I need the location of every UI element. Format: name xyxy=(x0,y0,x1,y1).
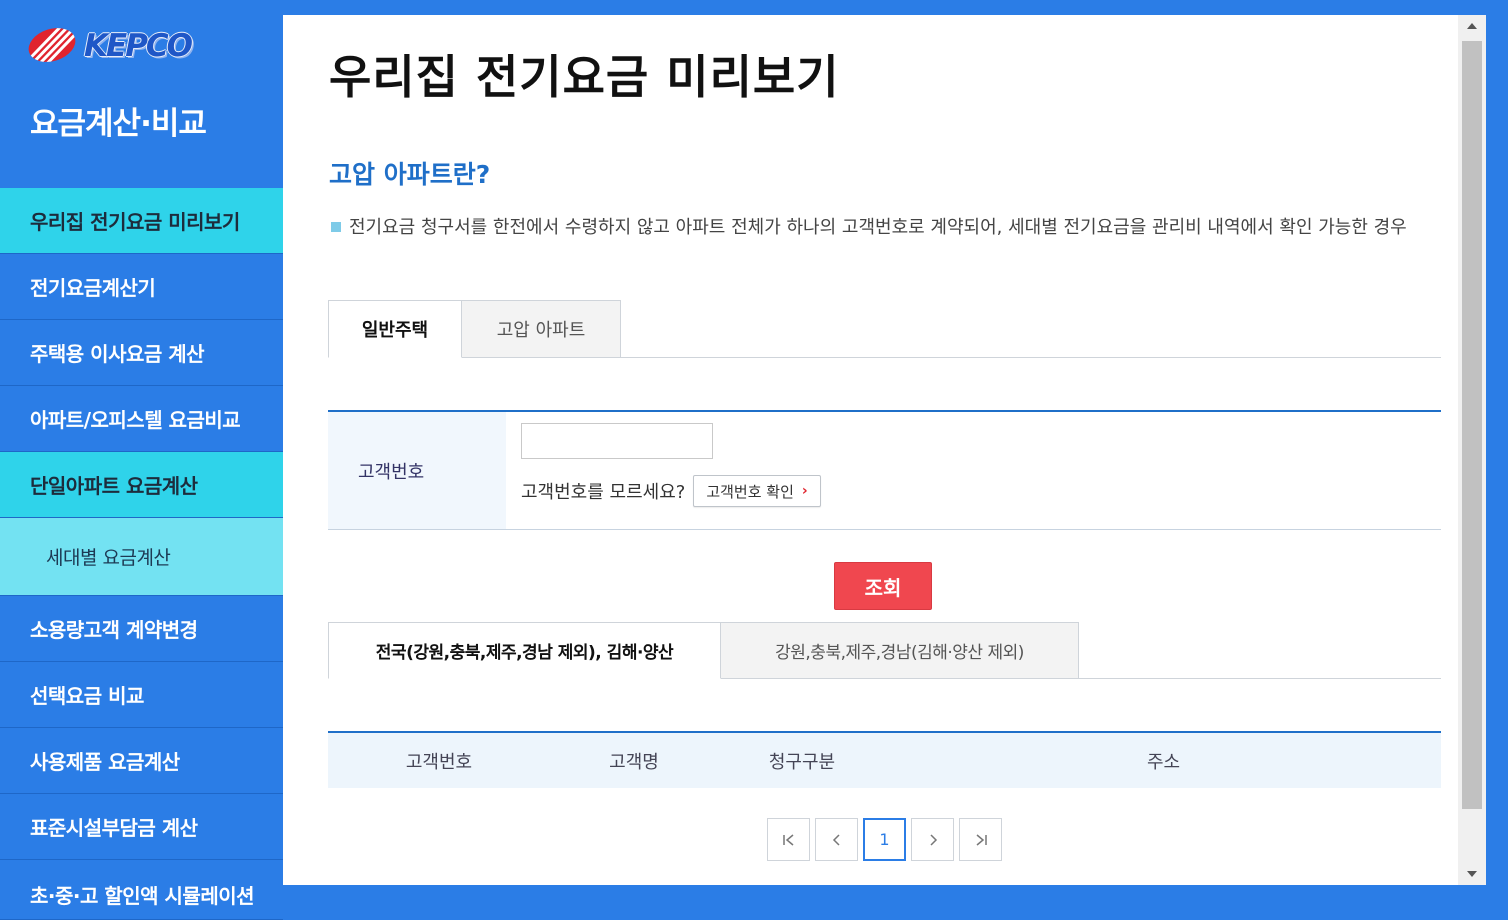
sidebar-item-single-apartment[interactable]: 단일아파트 요금계산 xyxy=(0,452,315,518)
tab-general-house[interactable]: 일반주택 xyxy=(328,300,462,358)
sidebar-item-label: 전기요금계산기 xyxy=(30,276,156,300)
tab-region-nationwide[interactable]: 전국(강원,충북,제주,경남 제외), 김해·양산 xyxy=(328,622,721,679)
pagination: 1 xyxy=(767,818,1007,861)
section-heading: 고압 아파트란? xyxy=(329,160,491,189)
search-button[interactable]: 조회 xyxy=(834,562,932,610)
sidebar-item-label: 세대별 요금계산 xyxy=(46,547,171,569)
chevron-left-icon xyxy=(832,833,840,846)
column-header-billing-type: 청구구분 xyxy=(768,751,836,773)
sidebar-item-facility-charge[interactable]: 표준시설부담금 계산 xyxy=(0,794,283,860)
sidebar-item-label: 선택요금 비교 xyxy=(30,684,144,708)
hint-row: 고객번호를 모르세요? 고객번호 확인 › xyxy=(521,475,821,507)
sidebar-item-appliance-bill[interactable]: 사용제품 요금계산 xyxy=(0,728,283,794)
description: 전기요금 청구서를 한전에서 수령하지 않고 아파트 전체가 하나의 고객번호로… xyxy=(329,211,1444,244)
sidebar-item-label: 주택용 이사요금 계산 xyxy=(30,342,205,366)
page-number-button[interactable]: 1 xyxy=(863,818,906,861)
description-text: 전기요금 청구서를 한전에서 수령하지 않고 아파트 전체가 하나의 고객번호로… xyxy=(349,217,1407,238)
column-header-customer-number: 고객번호 xyxy=(405,751,473,773)
check-customer-number-button[interactable]: 고객번호 확인 › xyxy=(693,475,821,507)
kepco-logo-text: KEPCO xyxy=(84,28,193,64)
customer-number-form: 고객번호 고객번호를 모르세요? 고객번호 확인 › xyxy=(328,410,1441,530)
last-page-icon xyxy=(976,833,987,846)
sidebar-menu: 우리집 전기요금 미리보기 전기요금계산기 주택용 이사요금 계산 아파트/오피… xyxy=(0,188,315,920)
sidebar-item-label: 아파트/오피스텔 요금비교 xyxy=(30,408,241,432)
sidebar-item-label: 표준시설부담금 계산 xyxy=(30,816,198,840)
region-tabs: 전국(강원,충북,제주,경남 제외), 김해·양산 강원,충북,제주,경남(김해… xyxy=(328,622,1441,679)
customer-number-input[interactable] xyxy=(521,423,713,459)
customer-number-label: 고객번호 xyxy=(328,412,506,529)
tab-region-excluded[interactable]: 강원,충북,제주,경남(김해·양산 제외) xyxy=(721,622,1079,679)
scroll-up-arrow-icon[interactable] xyxy=(1458,15,1486,37)
kepco-logo[interactable]: KEPCO xyxy=(24,22,193,68)
sidebar-item-school-discount[interactable]: 초·중·고 할인액 시뮬레이션 xyxy=(0,860,283,920)
results-table-header: 고객번호 고객명 청구구분 주소 xyxy=(328,731,1441,788)
chevron-right-icon xyxy=(929,833,937,846)
sidebar-item-moving-bill[interactable]: 주택용 이사요금 계산 xyxy=(0,320,283,386)
sidebar-subitem-household-bill[interactable]: 세대별 요금계산 xyxy=(0,518,283,596)
column-header-address: 주소 xyxy=(1146,751,1181,773)
sidebar: KEPCO 요금계산·비교 우리집 전기요금 미리보기 전기요금계산기 주택용 … xyxy=(0,0,315,920)
check-button-label: 고객번호 확인 xyxy=(706,482,794,501)
sidebar-item-optional-rate[interactable]: 선택요금 비교 xyxy=(0,662,283,728)
housing-type-tabs: 일반주택 고압 아파트 xyxy=(328,300,1441,358)
hint-text: 고객번호를 모르세요? xyxy=(521,482,686,503)
column-header-customer-name: 고객명 xyxy=(609,751,659,773)
sidebar-item-bill-calculator[interactable]: 전기요금계산기 xyxy=(0,254,283,320)
sidebar-item-label: 사용제품 요금계산 xyxy=(30,750,180,774)
first-page-button[interactable] xyxy=(767,818,810,861)
square-bullet-icon xyxy=(331,222,341,232)
vertical-scrollbar[interactable] xyxy=(1458,15,1486,885)
kepco-logo-mark xyxy=(24,22,80,68)
tab-label: 전국(강원,충북,제주,경남 제외), 김해·양산 xyxy=(375,643,674,663)
page-title: 우리집 전기요금 미리보기 xyxy=(329,50,840,104)
first-page-icon xyxy=(782,833,793,846)
sidebar-item-label: 단일아파트 요금계산 xyxy=(30,474,198,498)
form-body: 고객번호를 모르세요? 고객번호 확인 › xyxy=(506,412,836,529)
sidebar-item-label: 소용량고객 계약변경 xyxy=(30,618,198,642)
app-title: 요금계산·비교 xyxy=(30,106,207,142)
sidebar-item-label: 우리집 전기요금 미리보기 xyxy=(30,210,240,234)
sidebar-item-label: 초·중·고 할인액 시뮬레이션 xyxy=(30,884,255,908)
sidebar-item-apartment-compare[interactable]: 아파트/오피스텔 요금비교 xyxy=(0,386,283,452)
last-page-button[interactable] xyxy=(959,818,1002,861)
tab-label: 강원,충북,제주,경남(김해·양산 제외) xyxy=(775,643,1024,663)
next-page-button[interactable] xyxy=(911,818,954,861)
tab-high-voltage-apartment[interactable]: 고압 아파트 xyxy=(462,300,621,358)
tab-label: 고압 아파트 xyxy=(496,320,586,341)
tab-label: 일반주택 xyxy=(361,320,429,341)
main-panel: 우리집 전기요금 미리보기 고압 아파트란? 전기요금 청구서를 한전에서 수령… xyxy=(283,15,1458,885)
chevron-right-icon: › xyxy=(801,483,808,499)
scrollbar-thumb[interactable] xyxy=(1462,41,1482,809)
prev-page-button[interactable] xyxy=(815,818,858,861)
sidebar-item-contract-change[interactable]: 소용량고객 계약변경 xyxy=(0,596,283,662)
scroll-down-arrow-icon[interactable] xyxy=(1458,863,1486,885)
sidebar-item-home-bill-preview[interactable]: 우리집 전기요금 미리보기 xyxy=(0,188,315,254)
